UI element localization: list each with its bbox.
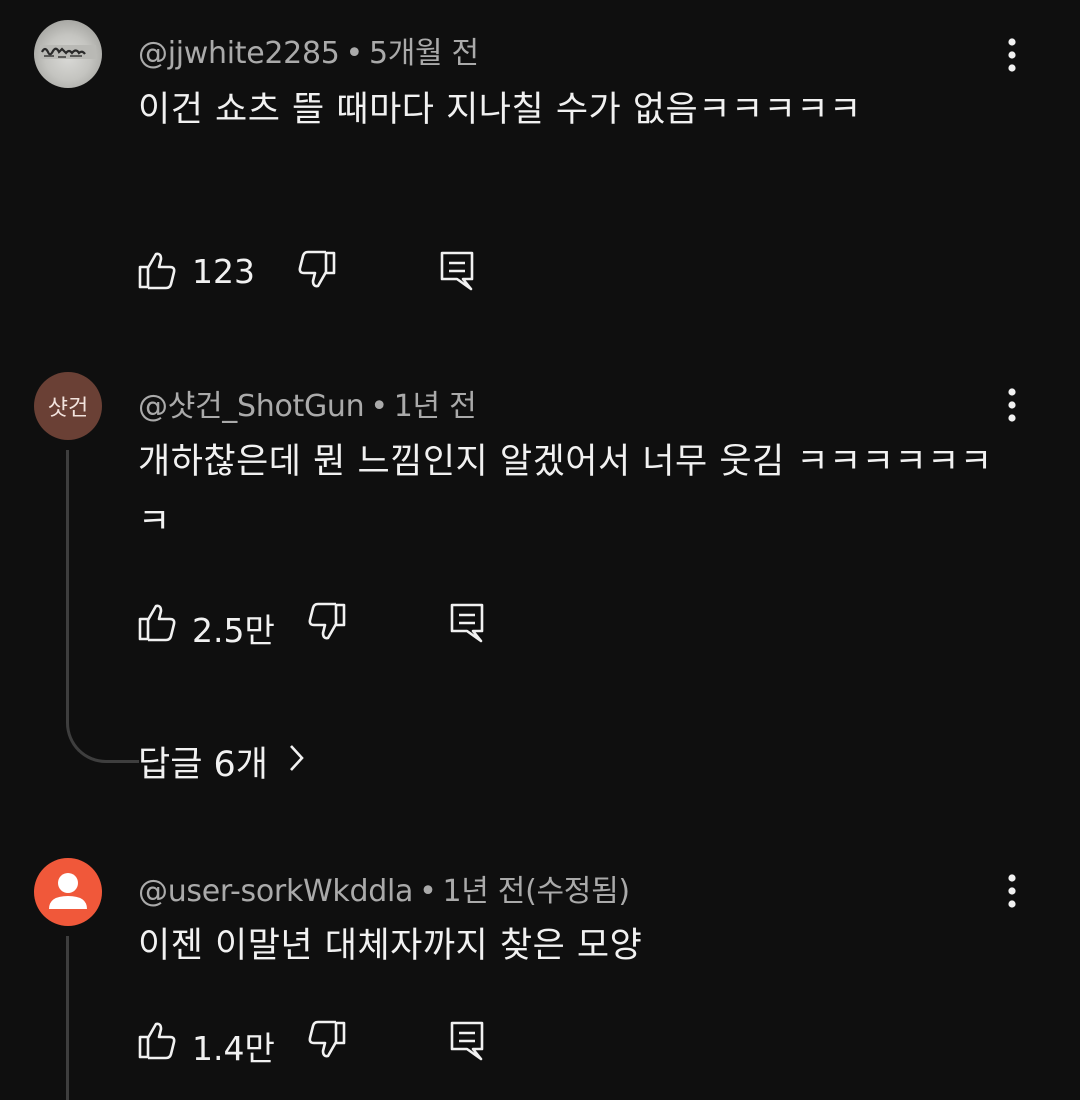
more-vert-icon[interactable]: [996, 34, 1028, 78]
more-vert-icon[interactable]: [996, 384, 1028, 428]
thumbs-up-icon[interactable]: [136, 600, 180, 648]
separator-dot: •: [370, 389, 388, 424]
view-replies-button[interactable]: 답글 6개: [138, 736, 306, 787]
separator-dot: •: [419, 874, 437, 909]
comment-time: 1년 전(수정됨): [442, 874, 630, 909]
avatar[interactable]: 샷건: [34, 372, 102, 440]
separator-dot: •: [345, 36, 364, 71]
comment-time: 5개월 전: [368, 36, 479, 71]
thumbs-down-icon[interactable]: [304, 600, 348, 648]
comment-text: 이젠 이말년 대체자까지 찾은 모양: [138, 926, 643, 966]
avatar[interactable]: [34, 20, 102, 88]
reply-icon[interactable]: [446, 1018, 490, 1066]
comment-meta: @샷건_ShotGun • 1년 전: [138, 381, 477, 425]
thumbs-down-icon[interactable]: [294, 248, 338, 296]
avatar[interactable]: [34, 858, 102, 926]
comment-meta: @jjwhite2285 • 5개월 전: [138, 28, 479, 72]
more-vert-icon[interactable]: [996, 870, 1028, 914]
comment-meta: @user-sorkWkddla • 1년 전(수정됨): [138, 866, 630, 910]
thread-connector: [66, 450, 139, 763]
like-count: 123: [192, 252, 255, 291]
comment-author[interactable]: @jjwhite2285: [138, 36, 340, 71]
thread-line: [66, 936, 69, 1100]
comment-text: 이건 쇼츠 뜰 때마다 지나칠 수가 없음ㅋㅋㅋㅋㅋ: [138, 90, 862, 130]
avatar-initials: 샷건: [47, 396, 89, 421]
thumbs-up-icon[interactable]: [136, 1018, 180, 1066]
like-count: 1.4만: [192, 1029, 275, 1068]
comment-author[interactable]: @user-sorkWkddla: [138, 874, 413, 909]
like-count: 2.5만: [192, 611, 275, 650]
comment-text: 개하찮은데 뭔 느낌인지 알겠어서 너무 웃김 ㅋㅋㅋㅋㅋㅋㅋ: [138, 442, 993, 542]
comment-time: 1년 전: [393, 389, 477, 424]
chevron-right-icon: [288, 742, 306, 782]
thumbs-down-icon[interactable]: [304, 1018, 348, 1066]
reply-icon[interactable]: [446, 600, 490, 648]
reply-icon[interactable]: [436, 248, 480, 296]
comment-author[interactable]: @샷건_ShotGun: [138, 389, 365, 424]
replies-label: 답글 6개: [138, 745, 268, 785]
thumbs-up-icon[interactable]: [136, 248, 180, 296]
